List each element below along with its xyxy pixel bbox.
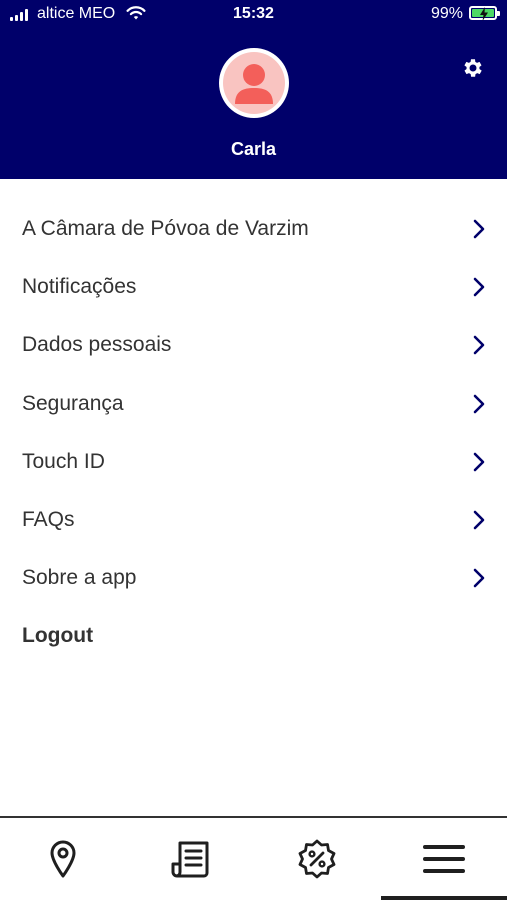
chevron-right-icon [473, 336, 485, 355]
menu-item-notificacoes[interactable]: Notificações [0, 258, 507, 316]
status-bar: altice MEO 15:32 99% [0, 0, 507, 30]
chevron-right-icon [473, 510, 485, 530]
menu-item-label: FAQs [22, 508, 75, 532]
document-icon [171, 841, 209, 878]
menu-item-label: A Câmara de Póvoa de Varzim [22, 217, 309, 241]
menu-item-touch-id[interactable]: Touch ID [0, 433, 507, 491]
location-pin-icon [50, 840, 76, 878]
menu-item-label: Segurança [22, 391, 124, 415]
tab-menu[interactable] [381, 818, 507, 900]
logout-label: Logout [22, 624, 94, 648]
menu-item-label: Notificações [22, 275, 137, 299]
chevron-right-icon [473, 394, 485, 413]
menu-item-dados-pessoais[interactable]: Dados pessoais [0, 316, 507, 374]
settings-menu: A Câmara de Póvoa de Varzim Notificações… [0, 200, 507, 666]
tab-map[interactable] [0, 818, 126, 900]
tab-documents[interactable] [127, 818, 253, 900]
menu-icon [423, 845, 465, 873]
menu-item-sobre-app[interactable]: Sobre a app [0, 549, 507, 607]
chevron-right-icon [473, 568, 485, 588]
battery-percentage: 99% [430, 5, 463, 22]
battery-icon [469, 6, 500, 21]
menu-item-label: Dados pessoais [22, 333, 172, 357]
discount-badge-icon [298, 839, 336, 879]
avatar[interactable] [219, 48, 289, 118]
tab-discounts[interactable] [254, 818, 380, 900]
chevron-right-icon [473, 219, 485, 239]
tab-bar [0, 816, 507, 900]
menu-item-label: Sobre a app [22, 566, 137, 590]
menu-item-seguranca[interactable]: Segurança [0, 375, 507, 433]
user-avatar-icon [223, 52, 285, 114]
profile-header: altice MEO 15:32 99% Carla [0, 0, 507, 179]
chevron-right-icon [473, 277, 485, 297]
menu-item-faqs[interactable]: FAQs [0, 491, 507, 549]
settings-button[interactable] [461, 56, 485, 80]
menu-item-camara[interactable]: A Câmara de Póvoa de Varzim [0, 200, 507, 258]
logout-button[interactable]: Logout [0, 607, 507, 665]
menu-item-label: Touch ID [22, 449, 105, 473]
chevron-right-icon [473, 452, 485, 472]
user-name: Carla [230, 139, 277, 159]
gear-icon [464, 59, 482, 77]
